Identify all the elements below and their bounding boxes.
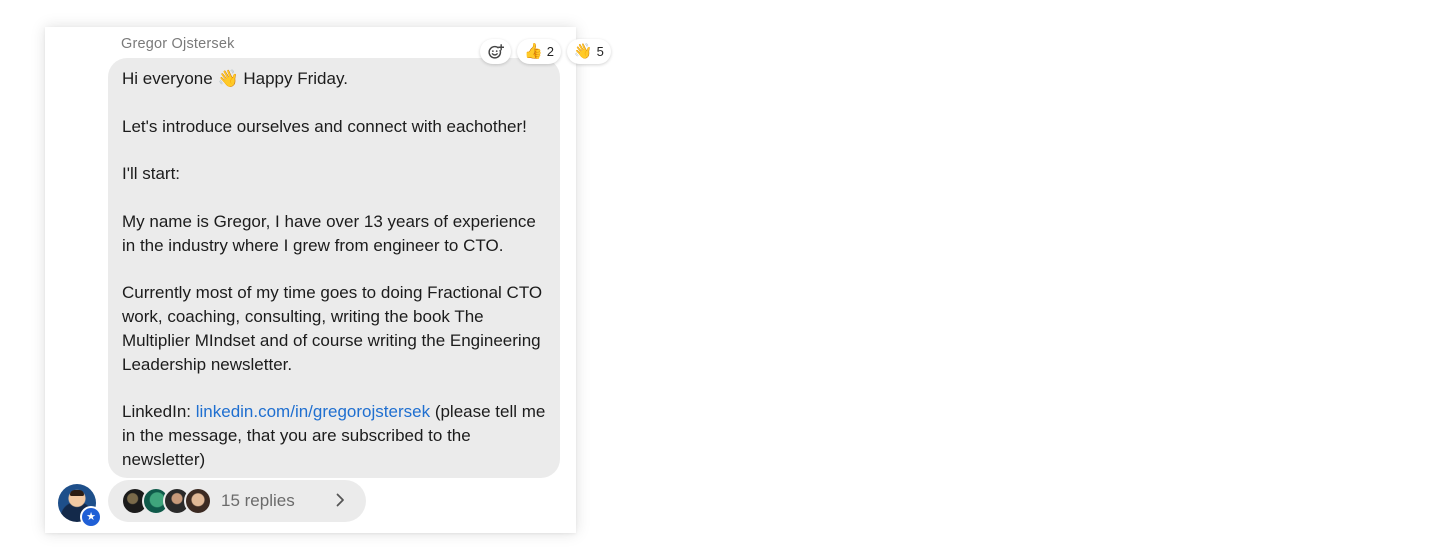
replies-count: 15 replies <box>221 491 295 510</box>
waving-hand-icon: 👋 <box>573 43 593 60</box>
thread-replies-button[interactable]: 15 replies <box>108 480 366 522</box>
message-card: Gregor Ojstersek Hi everyone 👋 Happy Fri… <box>45 27 611 533</box>
add-reaction-icon <box>488 44 504 59</box>
reply-avatar <box>184 487 212 515</box>
message-work: Currently most of my time goes to doing … <box>122 283 543 374</box>
message-start: I'll start: <box>122 164 181 184</box>
greeting-text-2: Happy Friday. <box>243 69 348 88</box>
avatar[interactable]: ★ <box>58 484 102 528</box>
add-reaction-button[interactable] <box>480 39 511 64</box>
message-bubble[interactable]: Hi everyone 👋 Happy Friday. Let's introd… <box>108 39 611 478</box>
linkedin-label: LinkedIn: <box>122 402 191 422</box>
reaction-thumbs-up[interactable]: 👍 2 <box>517 39 561 64</box>
message-bio: My name is Gregor, I have over 13 years … <box>122 211 536 255</box>
linkedin-link[interactable]: linkedin.com/in/gregorojstersek <box>196 402 430 421</box>
greeting-text: Hi everyone <box>122 69 213 88</box>
thumbs-up-icon: 👍 <box>524 43 543 60</box>
reply-avatars <box>121 487 212 515</box>
reaction-count: 5 <box>596 43 604 59</box>
chevron-right-icon <box>336 493 344 507</box>
message-linkedin: LinkedIn: linkedin.com/in/gregorojsterse… <box>122 400 546 471</box>
message-intro: Let's introduce ourselves and connect wi… <box>122 116 527 136</box>
reactions-bar: 👍 2 👋 5 <box>480 39 611 64</box>
avatar-hair <box>70 490 84 496</box>
reaction-waving-hand[interactable]: 👋 5 <box>566 39 611 64</box>
star-badge-icon: ★ <box>80 506 102 528</box>
message-greeting: Hi everyone 👋 Happy Friday. <box>122 67 546 91</box>
reaction-count: 2 <box>546 43 554 59</box>
waving-hand-icon: 👋 <box>217 69 239 88</box>
sender-name[interactable]: Gregor Ojstersek <box>121 36 235 52</box>
